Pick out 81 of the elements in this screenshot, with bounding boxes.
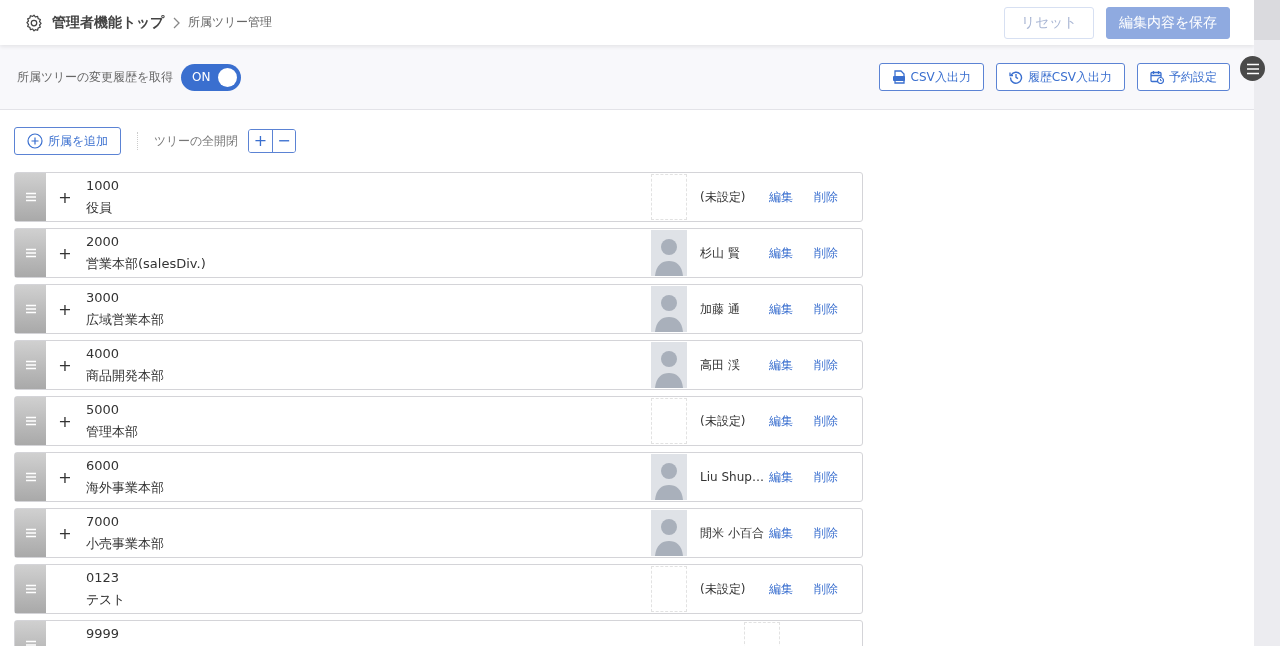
department-name: 商品開発本部 bbox=[86, 367, 165, 385]
manager-name: (未設定) bbox=[700, 581, 746, 596]
expand-toggle[interactable]: + bbox=[58, 355, 72, 375]
edit-link[interactable]: 編集 bbox=[769, 244, 814, 262]
department-row[interactable]: + 5000 管理本部 (未設定) 編集 削除 bbox=[14, 396, 863, 446]
toggle-label: 所属ツリーの変更履歴を取得 bbox=[17, 68, 173, 86]
calendar-clock-icon bbox=[1150, 70, 1164, 84]
delete-link[interactable]: 削除 bbox=[814, 188, 862, 206]
edit-link[interactable]: 編集 bbox=[769, 188, 814, 206]
edit-link[interactable]: 編集 bbox=[769, 356, 814, 374]
manager-name: (未設定) bbox=[700, 413, 746, 428]
department-code: 9999 bbox=[86, 625, 121, 643]
page-title[interactable]: 管理者機能トップ bbox=[52, 13, 164, 32]
delete-link[interactable]: 削除 bbox=[814, 524, 862, 542]
add-department-button[interactable]: 所属を追加 bbox=[14, 127, 121, 155]
drag-handle[interactable] bbox=[15, 453, 46, 501]
edit-link[interactable]: 編集 bbox=[769, 412, 814, 430]
history-icon bbox=[1008, 70, 1023, 84]
department-row[interactable]: + 7000 小売事業本部 閒米 小百合 編集 削除 bbox=[14, 508, 863, 558]
department-name: 広域営業本部 bbox=[86, 311, 165, 329]
department-code: 5000 bbox=[86, 401, 121, 419]
department-row[interactable]: 9999 bbox=[14, 620, 863, 646]
manager-name: 杉山 賢 bbox=[700, 245, 740, 260]
collapse-all-button[interactable]: − bbox=[272, 130, 295, 152]
delete-link[interactable]: 削除 bbox=[814, 356, 862, 374]
department-name: 営業本部(salesDiv.) bbox=[86, 255, 207, 273]
department-name: 小売事業本部 bbox=[86, 535, 165, 553]
expand-toggle[interactable]: + bbox=[58, 187, 72, 207]
csv-button[interactable]: CSV入出力 bbox=[878, 63, 984, 91]
department-code: 2000 bbox=[86, 233, 121, 251]
department-name: 役員 bbox=[86, 199, 113, 217]
delete-link[interactable]: 削除 bbox=[814, 412, 862, 430]
department-code: 4000 bbox=[86, 345, 121, 363]
department-code: 1000 bbox=[86, 177, 121, 195]
edit-link[interactable]: 編集 bbox=[769, 580, 814, 598]
department-row[interactable]: + 3000 広域営業本部 加藤 通 編集 削除 bbox=[14, 284, 863, 334]
chevron-right-icon bbox=[172, 16, 180, 29]
expand-toggle[interactable]: + bbox=[58, 467, 72, 487]
manager-name: 高田 渓 bbox=[700, 357, 740, 372]
department-row[interactable]: + 4000 商品開発本部 高田 渓 編集 削除 bbox=[14, 340, 863, 390]
department-name: テスト bbox=[86, 591, 126, 609]
department-code: 3000 bbox=[86, 289, 121, 307]
department-code: 6000 bbox=[86, 457, 121, 475]
expand-toggle[interactable]: + bbox=[58, 299, 72, 319]
edit-link[interactable]: 編集 bbox=[769, 524, 814, 542]
delete-link[interactable]: 削除 bbox=[814, 300, 862, 318]
edit-link[interactable]: 編集 bbox=[769, 300, 814, 318]
drag-handle[interactable] bbox=[15, 565, 46, 613]
expand-toggle[interactable]: + bbox=[58, 411, 72, 431]
delete-link[interactable]: 削除 bbox=[814, 244, 862, 262]
history-toggle[interactable]: ON bbox=[181, 63, 241, 91]
expand-toggle[interactable]: + bbox=[58, 243, 72, 263]
department-name: 管理本部 bbox=[86, 423, 139, 441]
department-code: 7000 bbox=[86, 513, 121, 531]
edit-link[interactable]: 編集 bbox=[769, 468, 814, 486]
drag-handle[interactable] bbox=[15, 285, 46, 333]
department-row[interactable]: 0123 テスト (未設定) 編集 削除 bbox=[14, 564, 863, 614]
department-row[interactable]: + 2000 営業本部(salesDiv.) 杉山 賢 編集 削除 bbox=[14, 228, 863, 278]
settings-icon[interactable] bbox=[24, 12, 44, 33]
drag-handle[interactable] bbox=[15, 509, 46, 557]
delete-link[interactable]: 削除 bbox=[814, 580, 862, 598]
manager-name: (未設定) bbox=[700, 189, 746, 204]
department-name: 海外事業本部 bbox=[86, 479, 165, 497]
plus-circle-icon bbox=[27, 133, 43, 149]
drag-handle[interactable] bbox=[15, 341, 46, 389]
drag-handle[interactable] bbox=[15, 397, 46, 445]
manager-name: 加藤 通 bbox=[700, 301, 740, 316]
drag-handle[interactable] bbox=[15, 229, 46, 277]
schedule-button[interactable]: 予約設定 bbox=[1137, 63, 1230, 91]
department-code: 0123 bbox=[86, 569, 121, 587]
csv-file-icon bbox=[891, 70, 906, 84]
expand-all-label: ツリーの全開閉 bbox=[154, 132, 238, 150]
drag-handle[interactable] bbox=[15, 173, 46, 221]
breadcrumb-text: 所属ツリー管理 bbox=[188, 14, 272, 31]
manager-name: 閒米 小百合 bbox=[700, 525, 764, 540]
department-row[interactable]: + 1000 役員 (未設定) 編集 削除 bbox=[14, 172, 863, 222]
manager-name: Liu Shup… bbox=[700, 470, 764, 484]
department-row[interactable]: + 6000 海外事業本部 Liu Shup… 編集 削除 bbox=[14, 452, 863, 502]
delete-link[interactable]: 削除 bbox=[814, 468, 862, 486]
expand-toggle[interactable]: + bbox=[58, 523, 72, 543]
history-csv-button[interactable]: 履歴CSV入出力 bbox=[995, 63, 1125, 91]
